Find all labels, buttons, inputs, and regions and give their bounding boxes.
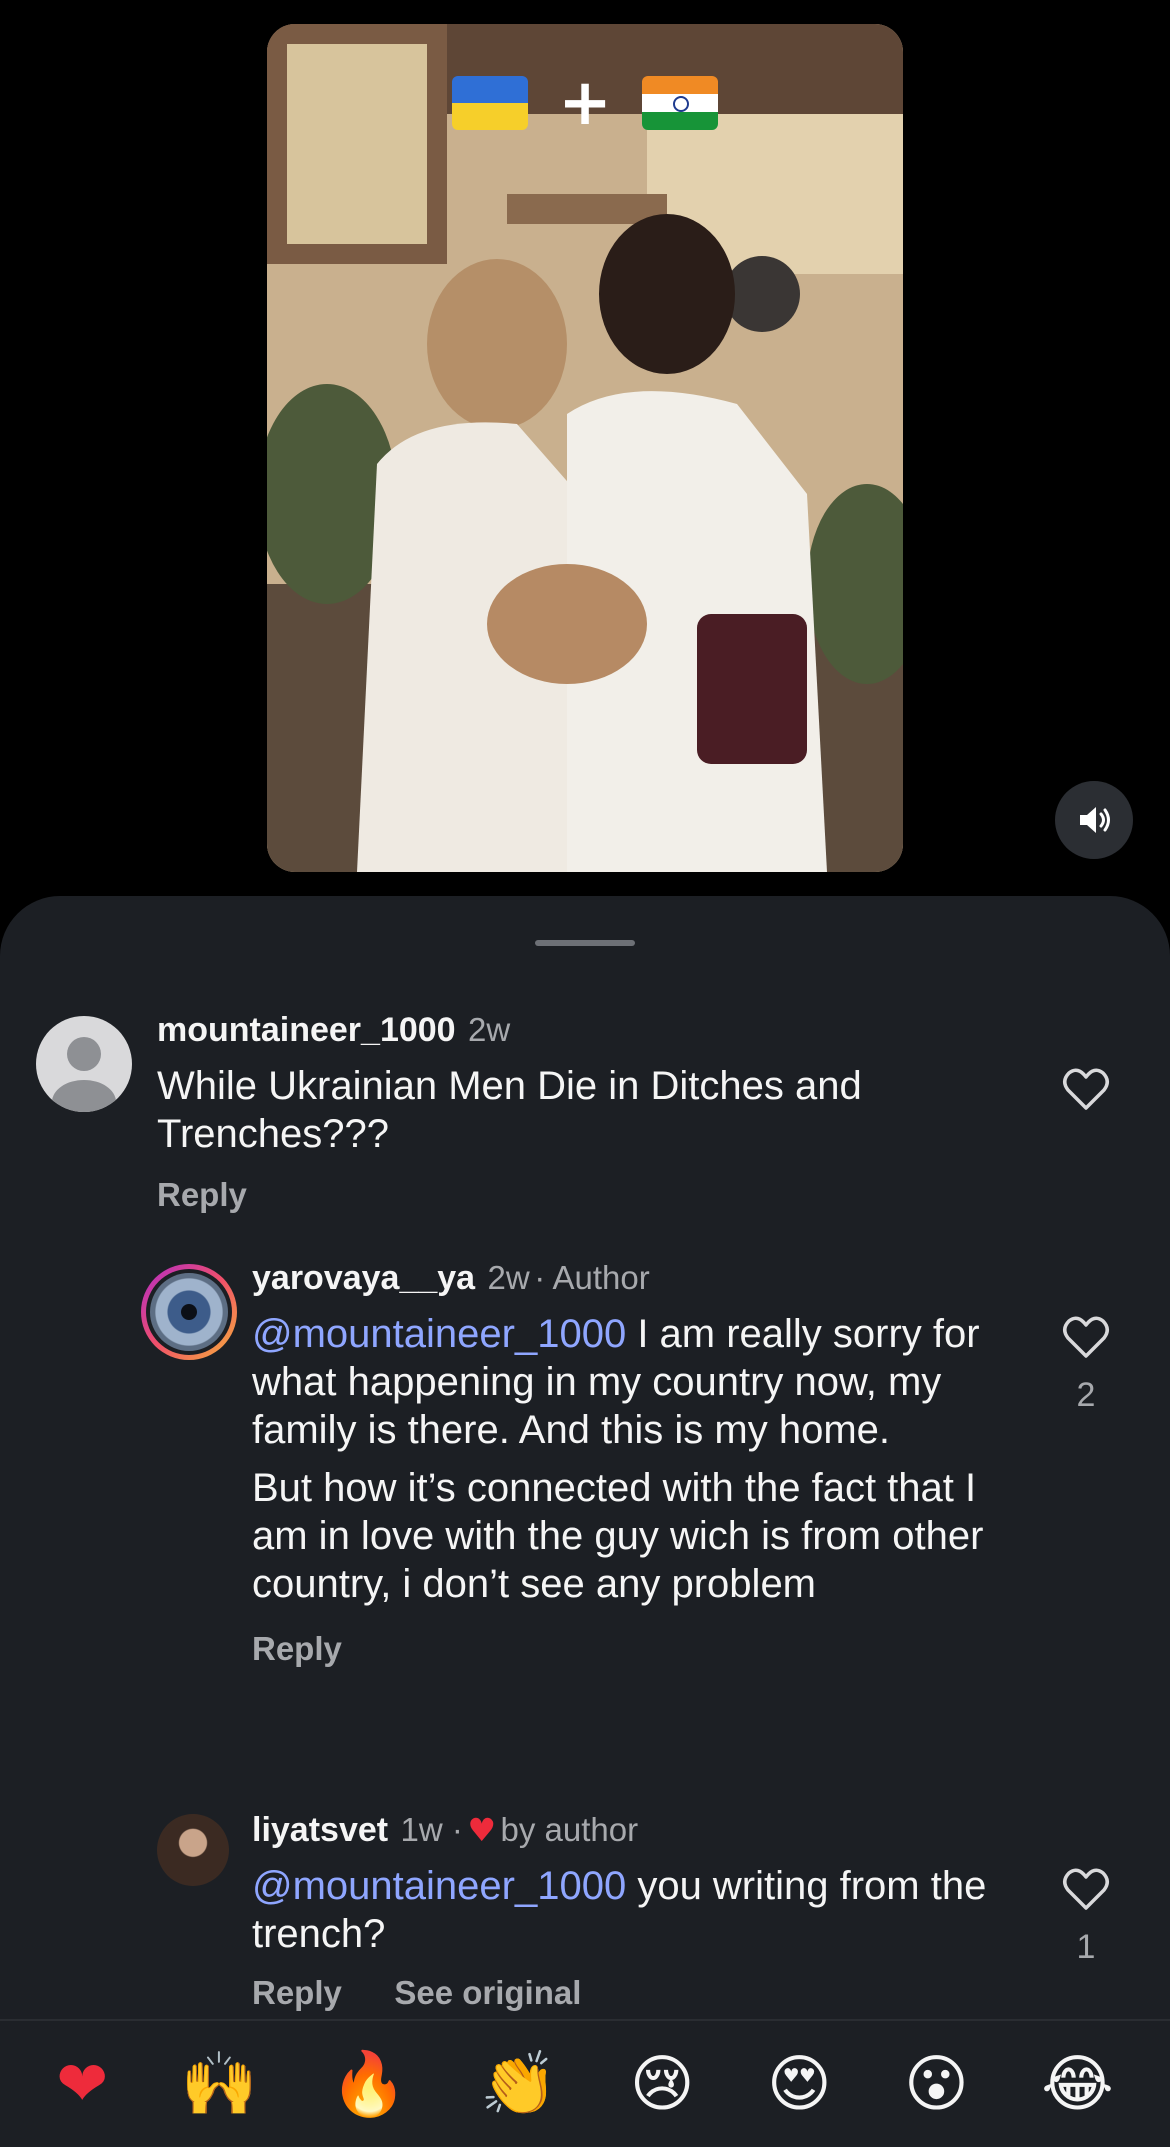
sheet-grab-handle[interactable] bbox=[535, 940, 635, 946]
ukraine-flag-icon bbox=[452, 75, 529, 130]
author-badge: · Author bbox=[534, 1259, 650, 1296]
liked-by-author-label: by author bbox=[500, 1811, 639, 1848]
avatar[interactable] bbox=[141, 1264, 237, 1360]
reply-button[interactable]: Reply bbox=[157, 1176, 247, 1213]
comment-text: @mountaineer_1000 you writing from the t… bbox=[252, 1862, 1012, 1958]
comment-text: @mountaineer_1000 I am really sorry for … bbox=[252, 1310, 1012, 1454]
comment-username[interactable]: mountaineer_1000 bbox=[157, 1011, 456, 1049]
reaction-heart-eyes[interactable]: 😍 bbox=[767, 2053, 832, 2115]
reaction-tears-of-joy[interactable]: 😂 bbox=[1041, 2053, 1113, 2115]
comment-time: 2w bbox=[468, 1011, 511, 1048]
comment-liyatsvet: liyatsvet 1w · ♥ by author @mountaineer_… bbox=[0, 1806, 1170, 2026]
mention-link[interactable]: @mountaineer_1000 bbox=[252, 1864, 626, 1908]
comment-username[interactable]: yarovaya__ya bbox=[252, 1259, 475, 1297]
comments-sheet: mountaineer_1000 2w While Ukrainian Men … bbox=[0, 896, 1170, 2147]
comment-username[interactable]: liyatsvet bbox=[252, 1811, 388, 1849]
like-heart-icon[interactable] bbox=[1062, 1316, 1110, 1360]
like-heart-icon[interactable] bbox=[1062, 1868, 1110, 1912]
like-count: 1 bbox=[1076, 1928, 1096, 1966]
avatar[interactable] bbox=[36, 1016, 132, 1112]
comment-yarovaya: yarovaya__ya 2w · Author @mountaineer_10… bbox=[0, 1254, 1170, 1774]
author-liked-heart-icon: ♥ bbox=[467, 1811, 497, 1849]
comment-mountaineer: mountaineer_1000 2w While Ukrainian Men … bbox=[0, 1006, 1170, 1213]
reaction-red-heart[interactable]: ❤ bbox=[56, 2053, 108, 2115]
comment-time: 1w · bbox=[400, 1811, 463, 1848]
india-flag-icon bbox=[641, 75, 718, 130]
avatar[interactable] bbox=[157, 1814, 229, 1886]
speaker-muted-icon bbox=[1080, 807, 1110, 833]
reaction-clapping-hands[interactable]: 👏 bbox=[480, 2053, 557, 2115]
default-profile-icon bbox=[52, 1037, 116, 1112]
video-player[interactable]: + bbox=[267, 24, 903, 872]
comment-text: While Ukrainian Men Die in Ditches and T… bbox=[157, 1064, 862, 1156]
reaction-fire[interactable]: 🔥 bbox=[330, 2053, 407, 2115]
reaction-crying-face[interactable]: 😢 bbox=[630, 2053, 695, 2115]
reply-button[interactable]: Reply bbox=[252, 1630, 342, 1667]
see-original-button[interactable]: See original bbox=[394, 1974, 581, 2011]
video-area: + bbox=[0, 0, 1170, 900]
reaction-raising-hands[interactable]: 🙌 bbox=[181, 2053, 258, 2115]
comment-time: 2w bbox=[487, 1259, 530, 1296]
video-caption: + bbox=[267, 62, 903, 140]
like-count: 2 bbox=[1076, 1376, 1096, 1414]
reaction-surprised-face[interactable]: 😮 bbox=[904, 2053, 969, 2115]
plus-sign: + bbox=[558, 65, 612, 140]
like-heart-icon[interactable] bbox=[1062, 1068, 1110, 1112]
mention-link[interactable]: @mountaineer_1000 bbox=[252, 1312, 626, 1356]
comment-text-part2: But how it’s connected with the fact tha… bbox=[252, 1466, 984, 1606]
video-thumbnail bbox=[267, 24, 903, 872]
mute-button[interactable] bbox=[1055, 781, 1133, 859]
quick-reaction-bar: ❤ 🙌 🔥 👏 😢 😍 😮 😂 bbox=[0, 2019, 1170, 2147]
reply-button[interactable]: Reply bbox=[252, 1974, 342, 2011]
